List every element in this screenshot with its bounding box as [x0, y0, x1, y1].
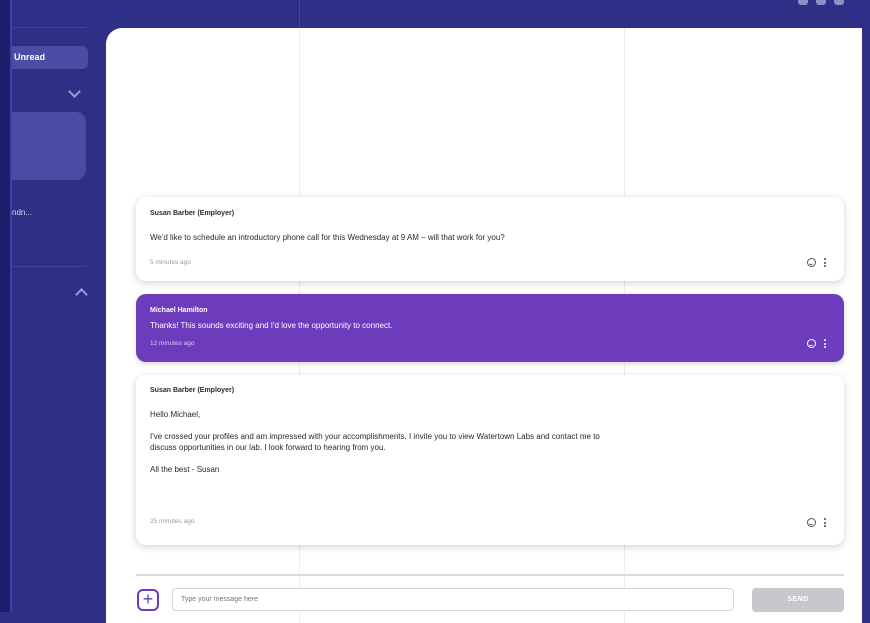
- composer-divider: [136, 574, 844, 576]
- top-bar: [0, 0, 870, 28]
- top-icon[interactable]: [834, 0, 844, 5]
- message-time: 12 minutes ago: [150, 340, 195, 347]
- top-divider: [299, 0, 300, 28]
- more-icon[interactable]: [824, 518, 826, 527]
- more-icon[interactable]: [824, 339, 826, 348]
- message-sender: Susan Barber (Employer): [150, 387, 235, 394]
- emoji-icon[interactable]: [807, 258, 816, 267]
- message-card: Susan Barber (Employer) We'd like to sch…: [136, 197, 844, 281]
- message-actions: [807, 339, 826, 348]
- top-icons: [798, 0, 844, 5]
- message-input[interactable]: [172, 588, 734, 611]
- conversation-snippet[interactable]: ndn...: [12, 208, 32, 217]
- message-body: We'd like to schedule an introductory ph…: [150, 233, 505, 242]
- more-icon[interactable]: [824, 258, 826, 267]
- sidebar-edge: [0, 0, 12, 612]
- message-time: 5 minutes ago: [150, 259, 191, 266]
- message-body: Hello Michael, I've crossed your profile…: [150, 410, 600, 474]
- top-icon[interactable]: [816, 0, 826, 5]
- emoji-icon[interactable]: [807, 518, 816, 527]
- message-card: Michael Hamilton Thanks! This sounds exc…: [136, 294, 844, 362]
- message-actions: [807, 518, 826, 527]
- emoji-icon[interactable]: [807, 339, 816, 348]
- unread-filter-button[interactable]: Unread: [12, 46, 88, 69]
- message-time: 25 minutes ago: [150, 518, 195, 525]
- message-sender: Susan Barber (Employer): [150, 210, 235, 217]
- chevron-up-icon[interactable]: [75, 288, 88, 301]
- divider: [12, 27, 86, 28]
- message-body: Thanks! This sounds exciting and I'd lov…: [150, 321, 393, 330]
- chevron-down-icon[interactable]: [68, 85, 81, 98]
- chat-panel: Susan Barber (Employer) We'd like to sch…: [106, 28, 862, 623]
- message-actions: [807, 258, 826, 267]
- conversation-card[interactable]: [12, 112, 86, 180]
- message-card: Susan Barber (Employer) Hello Michael, I…: [136, 375, 844, 545]
- divider: [12, 266, 86, 267]
- top-icon[interactable]: [798, 0, 808, 5]
- sidebar: Unread ndn...: [0, 0, 106, 623]
- plus-icon[interactable]: +: [137, 589, 159, 611]
- message-sender: Michael Hamilton: [150, 307, 208, 314]
- right-edge: [862, 28, 870, 623]
- send-button[interactable]: SEND: [752, 588, 844, 612]
